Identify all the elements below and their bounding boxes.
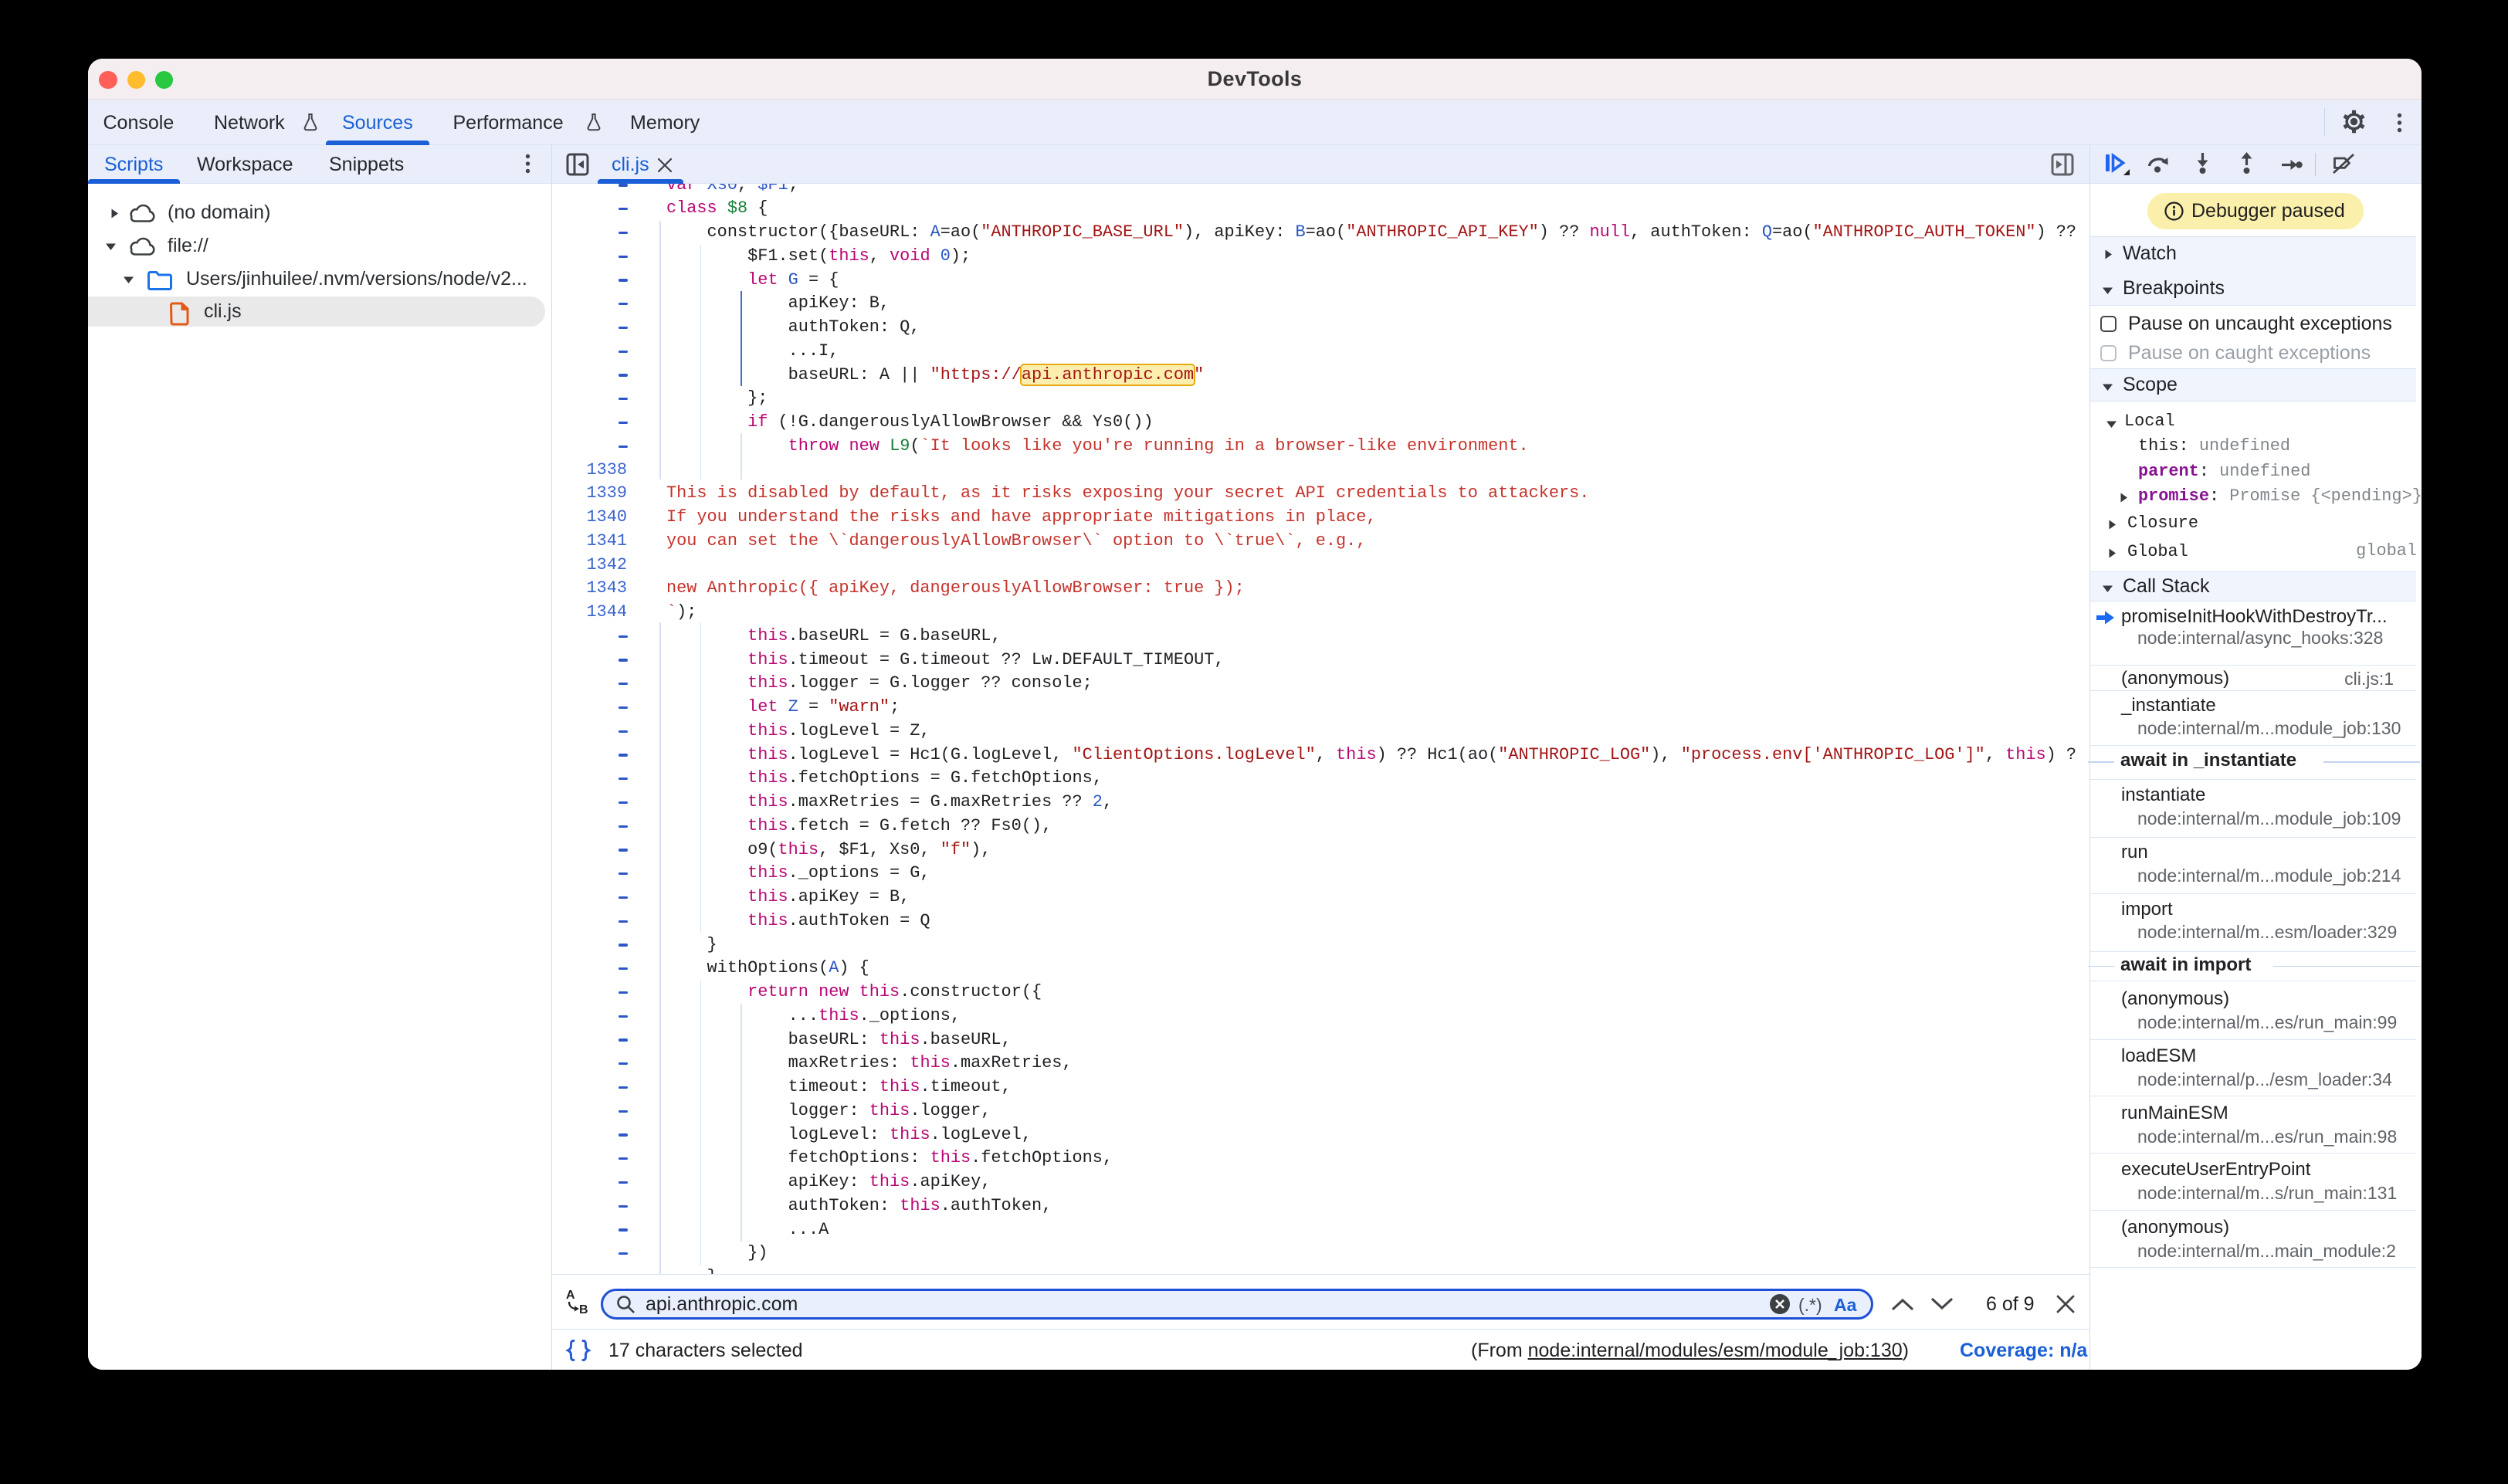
svg-text:B: B [579,1303,588,1316]
svg-text:A: A [566,1289,575,1302]
